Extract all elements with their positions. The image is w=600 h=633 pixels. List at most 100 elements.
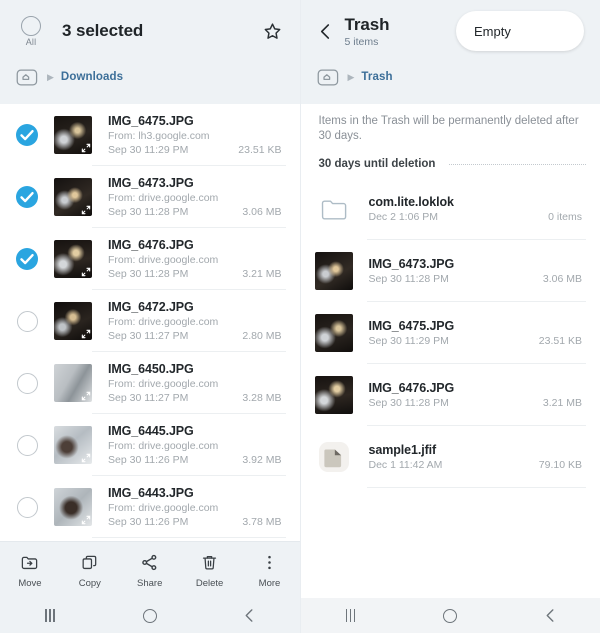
- checkbox-unchecked-icon: [16, 434, 38, 456]
- file-size: 3.28 MB: [242, 392, 282, 404]
- file-meta: IMG_6475.JPG From: lh3.google.com Sep 30 1…: [108, 114, 286, 156]
- empty-trash-button[interactable]: Empty: [456, 11, 584, 51]
- table-row[interactable]: IMG_6476.JPG From: drive.google.com Sep 30…: [0, 228, 300, 290]
- checkbox-unchecked-icon: [16, 496, 38, 518]
- file-meta: IMG_6445.JPG From: drive.google.com Sep 30…: [108, 424, 286, 466]
- toolbar-copy-button[interactable]: Copy: [62, 551, 118, 589]
- row-checkbox[interactable]: [0, 124, 54, 146]
- breadcrumb-current[interactable]: Trash: [361, 71, 392, 83]
- toolbar-button-label: Share: [137, 578, 163, 589]
- section-dotted-rule: [449, 163, 586, 165]
- row-checkbox[interactable]: [0, 310, 54, 332]
- file-source: From: drive.google.com: [108, 192, 219, 204]
- file-thumbnail[interactable]: [54, 364, 92, 402]
- row-checkbox[interactable]: [0, 186, 54, 208]
- file-date: Sep 30 11:28 PM: [368, 397, 449, 409]
- file-thumbnail[interactable]: [314, 376, 353, 414]
- row-checkbox[interactable]: [0, 434, 54, 456]
- file-thumbnail[interactable]: [314, 252, 353, 290]
- back-chevron-icon[interactable]: [522, 608, 578, 623]
- header-spacer: [0, 92, 300, 104]
- file-thumbnail[interactable]: [54, 116, 92, 154]
- file-name: IMG_6472.JPG: [108, 300, 194, 314]
- action-toolbar: Move Copy Share Delete More: [0, 541, 300, 598]
- file-meta: com.lite.loklok Dec 2 1:06 PM 0 items: [369, 195, 587, 223]
- recents-icon[interactable]: [22, 609, 78, 622]
- file-source: From: drive.google.com: [108, 502, 219, 514]
- file-thumbnail[interactable]: [54, 426, 92, 464]
- selection-count-title: 3 selected: [62, 21, 144, 40]
- table-row[interactable]: IMG_6450.JPG From: drive.google.com Sep 30…: [0, 352, 300, 414]
- star-icon[interactable]: [258, 16, 288, 46]
- file-date: Dec 2 1:06 PM: [368, 211, 438, 223]
- row-checkbox[interactable]: [0, 496, 54, 518]
- table-row[interactable]: IMG_6475.JPG From: lh3.google.com Sep 30 1…: [0, 104, 300, 166]
- file-name: IMG_6443.JPG: [108, 486, 194, 500]
- section-header: 30 days until deletion: [301, 144, 600, 178]
- system-navigation-bar-right: [300, 598, 600, 633]
- file-meta: IMG_6476.JPG Sep 30 11:28 PM 3.21 MB: [369, 381, 587, 409]
- file-name: IMG_6476.JPG: [108, 238, 194, 252]
- table-row[interactable]: IMG_6443.JPG From: drive.google.com Sep 30…: [0, 476, 300, 538]
- home-folder-icon[interactable]: [317, 68, 339, 87]
- file-date: Sep 30 11:26 PM: [108, 454, 189, 466]
- back-chevron-icon[interactable]: [222, 608, 278, 623]
- file-name: IMG_6475.JPG: [368, 319, 455, 333]
- toolbar-more-button[interactable]: More: [242, 551, 298, 589]
- section-title: 30 days until deletion: [318, 158, 436, 170]
- table-row[interactable]: sample1.jfif Dec 1 11:42 AM 79.10 KB: [301, 426, 600, 488]
- breadcrumb-current[interactable]: Downloads: [61, 71, 123, 83]
- file-source: From: drive.google.com: [108, 440, 219, 452]
- file-source: From: lh3.google.com: [108, 130, 210, 142]
- file-size: 0 items: [548, 211, 582, 223]
- breadcrumb: ▶ Downloads: [0, 62, 300, 92]
- toolbar-move-button[interactable]: Move: [2, 551, 58, 589]
- selection-header-row: All 3 selected: [0, 0, 300, 62]
- folder-icon: [315, 190, 353, 228]
- home-circle-icon[interactable]: [122, 608, 178, 623]
- checkbox-unchecked-icon: [16, 372, 38, 394]
- file-size: 23.51 KB: [538, 335, 582, 347]
- toolbar-share-button[interactable]: Share: [122, 551, 178, 589]
- toolbar-button-label: Move: [18, 578, 42, 589]
- recents-icon[interactable]: [322, 609, 378, 622]
- table-row[interactable]: IMG_6472.JPG From: drive.google.com Sep 30…: [0, 290, 300, 352]
- file-source: From: drive.google.com: [108, 316, 219, 328]
- file-name: IMG_6445.JPG: [108, 424, 194, 438]
- table-row[interactable]: IMG_6476.JPG Sep 30 11:28 PM 3.21 MB: [301, 364, 600, 426]
- more-vertical-icon: [260, 551, 279, 573]
- home-circle-icon[interactable]: [422, 608, 478, 623]
- right-panel-trash: Trash 5 items Empty ▶ Trash Items in the…: [300, 0, 600, 633]
- file-thumbnail[interactable]: [54, 178, 92, 216]
- toolbar-delete-button[interactable]: Delete: [182, 551, 238, 589]
- file-thumbnail[interactable]: [314, 314, 353, 352]
- file-meta: IMG_6472.JPG From: drive.google.com Sep 30…: [108, 300, 286, 342]
- table-row[interactable]: IMG_6473.JPG From: drive.google.com Sep 30…: [0, 166, 300, 228]
- trash-icon: [200, 551, 219, 573]
- file-name: IMG_6476.JPG: [368, 381, 455, 395]
- left-header: All 3 selected ▶ Downloads: [0, 0, 300, 104]
- table-row[interactable]: IMG_6473.JPG Sep 30 11:28 PM 3.06 MB: [301, 240, 600, 302]
- row-checkbox[interactable]: [0, 372, 54, 394]
- checkbox-checked-icon: [16, 248, 38, 270]
- file-thumbnail[interactable]: [54, 488, 92, 526]
- home-folder-icon[interactable]: [16, 68, 38, 87]
- table-row[interactable]: IMG_6475.JPG Sep 30 11:29 PM 23.51 KB: [301, 302, 600, 364]
- breadcrumb-separator-icon: ▶: [347, 71, 355, 82]
- row-divider: [366, 487, 586, 488]
- file-name: com.lite.loklok: [368, 195, 454, 209]
- checkbox-unchecked-icon: [16, 310, 38, 332]
- header-spacer: [301, 92, 600, 104]
- file-thumbnail[interactable]: [54, 240, 92, 278]
- chevron-left-icon[interactable]: [315, 20, 337, 42]
- select-all-checkbox[interactable]: All: [14, 15, 48, 47]
- file-date: Sep 30 11:27 PM: [108, 330, 189, 342]
- file-thumbnail[interactable]: [54, 302, 92, 340]
- table-row[interactable]: IMG_6445.JPG From: drive.google.com Sep 30…: [0, 414, 300, 476]
- file-size: 23.51 KB: [238, 144, 282, 156]
- share-icon: [140, 551, 159, 573]
- row-checkbox[interactable]: [0, 248, 54, 270]
- table-row[interactable]: com.lite.loklok Dec 2 1:06 PM 0 items: [301, 178, 600, 240]
- file-meta: sample1.jfif Dec 1 11:42 AM 79.10 KB: [369, 443, 587, 471]
- file-source: From: drive.google.com: [108, 254, 219, 266]
